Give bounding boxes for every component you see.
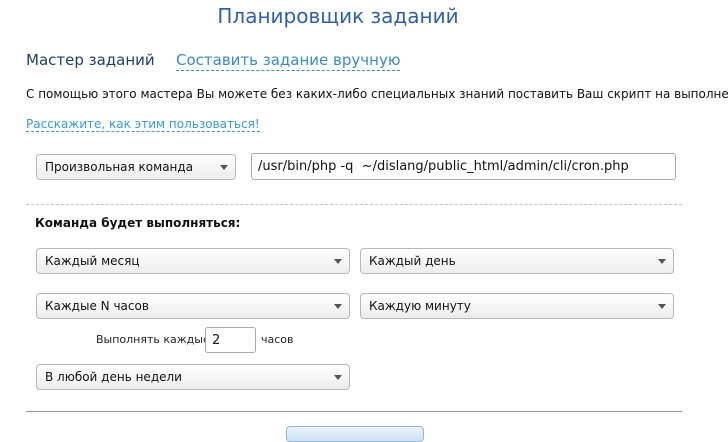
chevron-down-icon (658, 304, 666, 309)
chevron-down-icon (334, 304, 342, 309)
chevron-down-icon (334, 375, 342, 380)
command-type-select[interactable]: Произвольная команда (36, 154, 236, 180)
intro-text: С помощью этого мастера Вы можете без ка… (26, 87, 728, 101)
every-unit-label: часов (261, 333, 294, 346)
month-select[interactable]: Каждый месяц (36, 248, 350, 274)
month-select-value: Каждый месяц (45, 254, 140, 268)
hours-select-value: Каждые N часов (45, 299, 149, 313)
footer-divider (26, 411, 682, 412)
minute-select[interactable]: Каждую минуту (360, 293, 674, 319)
minute-select-value: Каждую минуту (369, 299, 471, 313)
tab-wizard[interactable]: Мастер заданий (26, 51, 155, 69)
chevron-down-icon (220, 165, 228, 170)
chevron-down-icon (334, 259, 342, 264)
submit-button[interactable] (286, 426, 424, 442)
weekday-select-value: В любой день недели (45, 370, 182, 384)
weekday-select[interactable]: В любой день недели (36, 364, 350, 390)
page-title: Планировщик заданий (217, 4, 459, 28)
day-select-value: Каждый день (369, 254, 456, 268)
schedule-section-label: Команда будет выполняться: (35, 216, 241, 230)
hours-select[interactable]: Каждые N часов (36, 293, 350, 319)
command-path-input[interactable] (251, 153, 676, 180)
command-type-value: Произвольная команда (45, 160, 194, 174)
chevron-down-icon (658, 259, 666, 264)
tab-manual[interactable]: Составить задание вручную (176, 51, 401, 71)
day-select[interactable]: Каждый день (360, 248, 674, 274)
help-link[interactable]: Расскажите, как этим пользоваться! (26, 117, 260, 132)
every-hours-input[interactable] (205, 327, 256, 353)
section-divider (26, 204, 682, 205)
every-label: Выполнять каждые (96, 333, 210, 346)
